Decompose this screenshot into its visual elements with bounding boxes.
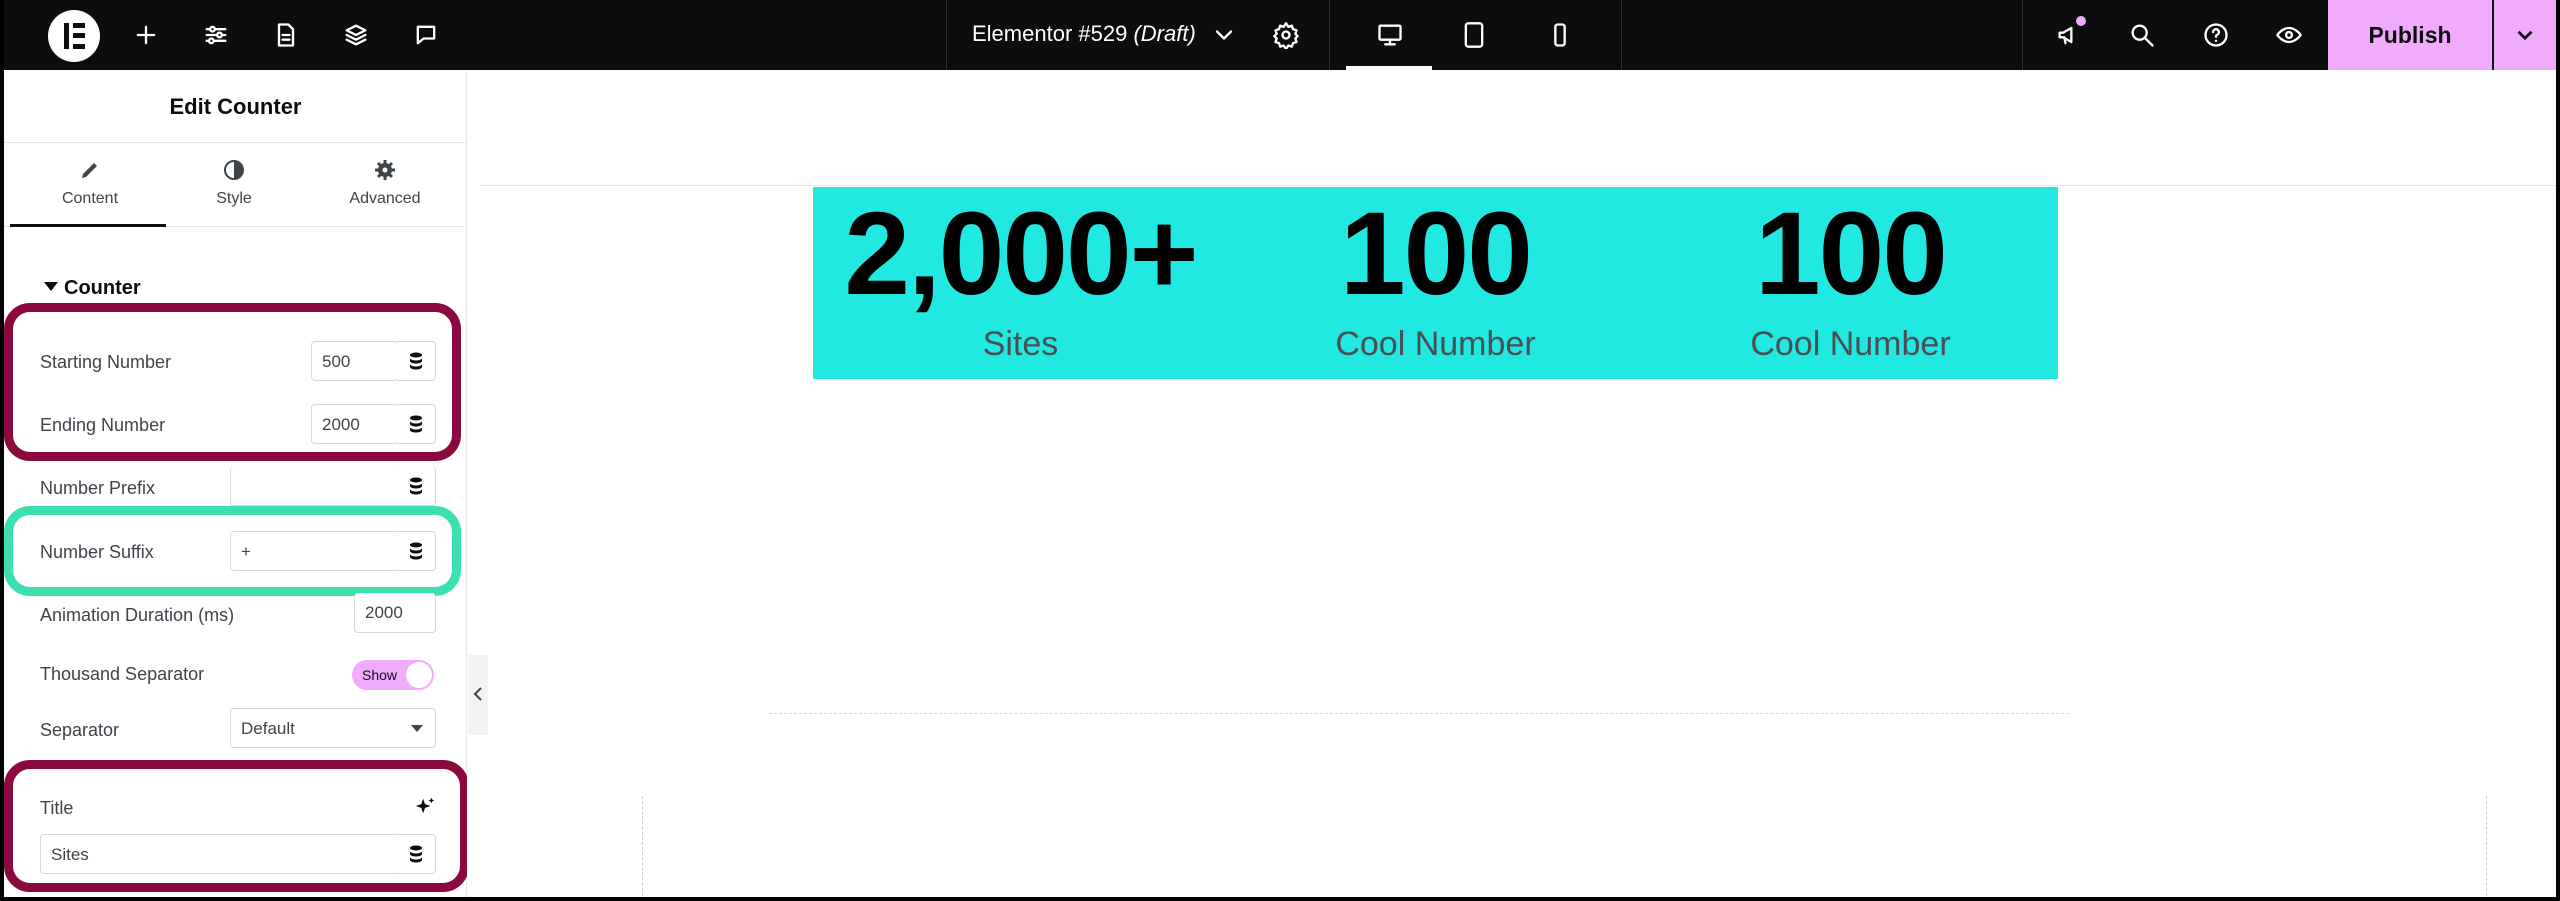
empty-section-outline [642,796,2487,897]
toggle-label: Show [362,667,398,683]
separator-label: Separator [40,720,120,740]
toggle-knob [406,662,432,688]
database-icon [409,415,422,433]
panel-title: Edit Counter [169,94,302,119]
database-icon [409,542,422,560]
counter-title: Cool Number [1335,325,1536,363]
sliders-icon[interactable] [193,12,239,58]
document-icon[interactable] [263,12,309,58]
chevron-left-icon [473,687,482,701]
chevron-down-icon[interactable] [1201,12,1247,58]
title-label: Title [40,798,74,818]
panel-collapse-button[interactable] [468,655,488,735]
counter-title: Sites [982,325,1059,363]
starting-number-label: Starting Number [40,352,172,372]
editor-panel: Edit Counter Content Style Advanced Coun… [4,70,469,897]
layers-icon[interactable] [333,12,379,58]
dynamic-tags-button[interactable] [396,834,436,874]
counter-number: 100 [1755,188,1948,320]
chevron-down-icon [2517,30,2533,41]
animation-duration-label: Animation Duration (ms) [40,605,235,625]
add-icon[interactable] [123,12,169,58]
section-boundary [481,185,2556,186]
app-frame: Elementor #529 (Draft) Publish Edit Coun… [4,0,2556,897]
tab-style[interactable]: Style [159,158,309,220]
top-bar: Elementor #529 (Draft) Publish [4,0,2556,70]
database-icon [409,477,422,494]
counter-title: Cool Number [1750,325,1951,363]
help-icon[interactable] [2193,12,2239,58]
settings-icon[interactable] [1263,12,1309,58]
tab-advanced[interactable]: Advanced [310,158,460,220]
pencil-icon [82,163,97,178]
section-boundary [769,713,2069,714]
megaphone-icon[interactable] [2046,12,2092,58]
counter-number: 2,000+ [844,188,1198,320]
thousand-separator-toggle[interactable]: Show [352,660,434,690]
ending-number-label: Ending Number [40,415,166,435]
separator-select[interactable]: Default [230,708,436,748]
counter-section[interactable]: 2,000+ Sites 100 Cool Number 100 Cool Nu… [813,187,2058,379]
dynamic-tags-button[interactable] [396,531,436,571]
half-circle-icon [224,160,244,180]
caret-down-icon[interactable] [44,282,58,291]
dynamic-tags-button[interactable] [396,466,436,506]
elementor-logo-icon[interactable] [48,10,100,62]
ai-sparkle-icon[interactable] [414,795,436,817]
title-input[interactable]: Sites [40,834,398,874]
tab-label: Advanced [349,190,421,207]
thousand-separator-label: Thousand Separator [40,664,205,684]
tab-content[interactable]: Content [15,158,165,220]
dynamic-tags-button[interactable] [396,404,436,444]
mobile-icon[interactable] [1537,12,1583,58]
preview-eye-icon[interactable] [2266,12,2312,58]
publish-button[interactable]: Publish [2328,0,2492,70]
document-name: Elementor #529 [972,21,1128,46]
ending-number-input[interactable]: 2000 [311,404,397,444]
counter-number: 100 [1340,188,1533,320]
dynamic-tags-button[interactable] [396,341,436,381]
number-prefix-input[interactable] [230,466,398,506]
document-title[interactable]: Elementor #529 (Draft) [972,21,1196,47]
number-suffix-label: Number Suffix [40,542,154,562]
tablet-icon[interactable] [1451,12,1497,58]
divider [1329,0,1330,70]
starting-number-input[interactable]: 500 [311,341,397,381]
section-title[interactable]: Counter [64,277,141,300]
database-icon [409,845,422,863]
gear-icon [375,160,395,180]
database-icon [409,352,422,370]
number-prefix-label: Number Prefix [40,478,156,498]
desktop-icon[interactable] [1367,12,1413,58]
comment-icon[interactable] [403,12,449,58]
publish-options-button[interactable] [2494,0,2556,70]
animation-duration-input[interactable]: 2000 [354,593,436,633]
tab-label: Style [216,190,252,207]
active-tab-indicator [10,224,166,227]
select-value: Default [241,719,295,738]
number-suffix-input[interactable]: + [230,531,398,571]
search-icon[interactable] [2119,12,2165,58]
document-status: (Draft) [1133,21,1196,46]
tab-label: Content [61,190,119,207]
divider [1621,0,1622,70]
divider [2022,0,2023,70]
divider [946,0,947,70]
caret-down-icon [411,725,423,732]
